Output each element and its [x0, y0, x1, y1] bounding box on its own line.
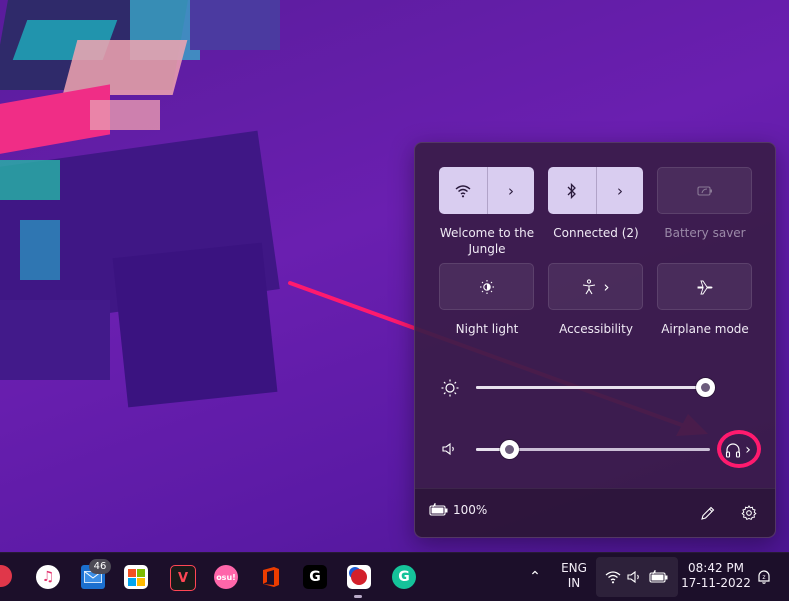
all-settings-button[interactable] — [737, 501, 761, 525]
night-light-icon — [479, 279, 494, 294]
microsoft-store-icon[interactable] — [124, 565, 148, 589]
pencil-icon — [700, 506, 714, 520]
mail-unread-badge: 46 — [89, 559, 111, 574]
region-code: IN — [567, 576, 581, 590]
battery-saver-tile[interactable] — [657, 167, 752, 214]
bluetooth-toggle[interactable] — [548, 167, 596, 214]
clock-date: 17-11-2022 — [681, 576, 751, 590]
airplane-mode-tile[interactable] — [657, 263, 752, 310]
system-tray-quick-settings-button[interactable] — [596, 557, 678, 597]
chevron-right-icon: › — [617, 181, 623, 200]
show-hidden-icons-button[interactable]: ⌃ — [524, 565, 546, 589]
battery-charging-icon — [649, 570, 668, 583]
volume-slider-thumb[interactable] — [500, 440, 519, 459]
battery-charging-icon — [429, 503, 448, 516]
sun-icon — [441, 379, 459, 397]
airplane-mode-tile-label: Airplane mode — [661, 322, 749, 336]
bluetooth-icon — [567, 182, 576, 199]
clock[interactable]: 08:42 PM 17-11-2022 — [680, 561, 752, 591]
airplane-icon — [697, 280, 712, 294]
grammarly-g-icon: G — [398, 569, 410, 585]
brightness-slider-fill — [476, 386, 705, 389]
battery-percentage: 100% — [453, 503, 488, 517]
app-splash-icon — [351, 569, 367, 585]
valorant-app-icon[interactable]: V — [170, 565, 196, 591]
chevron-right-icon: › — [603, 277, 610, 296]
language-code: ENG — [561, 561, 587, 575]
battery-saver-tile-label: Battery saver — [664, 226, 746, 240]
chevron-up-icon: ⌃ — [529, 569, 541, 585]
speaker-icon — [627, 570, 639, 584]
battery-saver-icon — [696, 185, 712, 196]
bluetooth-tile-label: Connected (2) — [553, 226, 639, 240]
notification-bell-icon: z — [758, 570, 770, 584]
logitech-g-icon: G — [309, 569, 321, 585]
gear-icon — [741, 505, 757, 521]
language-indicator[interactable]: ENG IN — [556, 561, 592, 591]
active-app-indicator — [354, 595, 362, 598]
taskbar: ♫ 46 V osu! G G ⌃ ENG IN 08:42 PM 17-11-… — [0, 552, 789, 601]
wifi-icon — [605, 571, 621, 584]
speaker-icon — [442, 442, 454, 456]
night-light-tile[interactable] — [439, 263, 534, 310]
wifi-expand-button[interactable]: › — [488, 167, 534, 214]
bluetooth-expand-button[interactable]: › — [597, 167, 643, 214]
music-note-icon: ♫ — [41, 569, 55, 585]
accessibility-tile-label: Accessibility — [559, 322, 633, 336]
quick-settings-footer: 100% — [415, 488, 775, 537]
svg-text:z: z — [762, 574, 765, 581]
quick-settings-panel: › Welcome to the Jungle › Connected (2) … — [414, 142, 776, 538]
active-app-icon[interactable] — [347, 565, 371, 589]
itunes-app-icon[interactable]: ♫ — [36, 565, 60, 589]
grammarly-app-icon[interactable]: G — [392, 565, 416, 589]
wifi-toggle[interactable] — [439, 167, 487, 214]
wifi-tile[interactable]: › — [439, 167, 534, 214]
edit-quick-settings-button[interactable] — [695, 501, 719, 525]
accessibility-icon — [582, 278, 595, 294]
valorant-logo-icon: V — [177, 570, 189, 586]
taskbar-app-partial-icon[interactable] — [0, 565, 12, 587]
osu-app-icon[interactable]: osu! — [214, 565, 238, 589]
brightness-slider-thumb[interactable] — [696, 378, 715, 397]
wifi-tile-label: Welcome to the Jungle — [439, 226, 535, 256]
brightness-slider[interactable] — [476, 378, 715, 397]
volume-slider[interactable] — [476, 440, 710, 459]
store-grid-icon — [127, 568, 145, 586]
clock-time: 08:42 PM — [688, 561, 744, 575]
logitech-app-icon[interactable]: G — [303, 565, 327, 589]
battery-status[interactable]: 100% — [429, 503, 487, 517]
office-app-icon[interactable] — [259, 565, 283, 589]
wifi-icon — [455, 184, 471, 197]
chevron-right-icon: › — [508, 181, 514, 200]
bluetooth-tile[interactable]: › — [548, 167, 643, 214]
night-light-tile-label: Night light — [455, 322, 519, 336]
annotation-circle — [717, 430, 761, 468]
accessibility-tile[interactable]: › — [548, 263, 643, 310]
office-logo-icon — [263, 567, 279, 587]
notifications-button[interactable]: z — [752, 565, 776, 589]
